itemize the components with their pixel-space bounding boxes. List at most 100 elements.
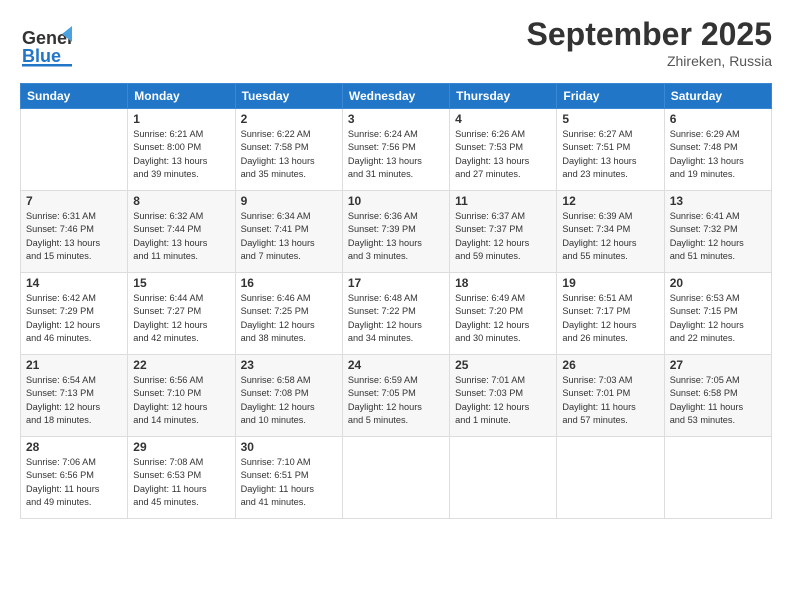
- day-info: Sunrise: 6:22 AMSunset: 7:58 PMDaylight:…: [241, 128, 337, 181]
- calendar-header-row: SundayMondayTuesdayWednesdayThursdayFrid…: [21, 84, 772, 109]
- calendar-cell: 18 Sunrise: 6:49 AMSunset: 7:20 PMDayligh…: [450, 273, 557, 355]
- day-info: Sunrise: 6:48 AMSunset: 7:22 PMDaylight:…: [348, 292, 444, 345]
- day-number: 3: [348, 112, 444, 126]
- day-number: 8: [133, 194, 229, 208]
- day-info: Sunrise: 6:42 AMSunset: 7:29 PMDaylight:…: [26, 292, 122, 345]
- calendar-week-row: 21 Sunrise: 6:54 AMSunset: 7:13 PMDayligh…: [21, 355, 772, 437]
- day-info: Sunrise: 6:49 AMSunset: 7:20 PMDaylight:…: [455, 292, 551, 345]
- location-subtitle: Zhireken, Russia: [527, 53, 772, 69]
- day-info: Sunrise: 6:54 AMSunset: 7:13 PMDaylight:…: [26, 374, 122, 427]
- calendar-cell: 25Sunrise: 7:01 AMSunset: 7:03 PMDayligh…: [450, 355, 557, 437]
- calendar-cell: 30 Sunrise: 7:10 AMSunset: 6:51 PMDayligh…: [235, 437, 342, 519]
- calendar-cell: 23Sunrise: 6:58 AMSunset: 7:08 PMDayligh…: [235, 355, 342, 437]
- day-number: 14: [26, 276, 122, 290]
- calendar-cell: 29 Sunrise: 7:08 AMSunset: 6:53 PMDayligh…: [128, 437, 235, 519]
- day-number: 10: [348, 194, 444, 208]
- logo: General Blue: [20, 16, 72, 73]
- calendar-cell: 19 Sunrise: 6:51 AMSunset: 7:17 PMDayligh…: [557, 273, 664, 355]
- calendar-cell: 10 Sunrise: 6:36 AMSunset: 7:39 PMDayligh…: [342, 191, 449, 273]
- calendar-cell: 16Sunrise: 6:46 AMSunset: 7:25 PMDayligh…: [235, 273, 342, 355]
- day-info: Sunrise: 6:56 AMSunset: 7:10 PMDaylight:…: [133, 374, 229, 427]
- day-number: 19: [562, 276, 658, 290]
- day-info: Sunrise: 6:24 AMSunset: 7:56 PMDaylight:…: [348, 128, 444, 181]
- day-info: Sunrise: 7:03 AMSunset: 7:01 PMDaylight:…: [562, 374, 658, 427]
- month-title: September 2025: [527, 16, 772, 53]
- day-number: 29: [133, 440, 229, 454]
- day-number: 15: [133, 276, 229, 290]
- day-number: 27: [670, 358, 766, 372]
- calendar-cell: 28 Sunrise: 7:06 AMSunset: 6:56 PMDayligh…: [21, 437, 128, 519]
- weekday-header: Wednesday: [342, 84, 449, 109]
- day-info: Sunrise: 6:53 AMSunset: 7:15 PMDaylight:…: [670, 292, 766, 345]
- day-number: 24: [348, 358, 444, 372]
- weekday-header: Tuesday: [235, 84, 342, 109]
- calendar-cell: 2 Sunrise: 6:22 AMSunset: 7:58 PMDaylight…: [235, 109, 342, 191]
- day-info: Sunrise: 6:27 AMSunset: 7:51 PMDaylight:…: [562, 128, 658, 181]
- calendar-cell: 20Sunrise: 6:53 AMSunset: 7:15 PMDayligh…: [664, 273, 771, 355]
- calendar-cell: 24Sunrise: 6:59 AMSunset: 7:05 PMDayligh…: [342, 355, 449, 437]
- calendar-cell: [450, 437, 557, 519]
- calendar-week-row: 7 Sunrise: 6:31 AMSunset: 7:46 PMDaylight…: [21, 191, 772, 273]
- day-info: Sunrise: 6:26 AMSunset: 7:53 PMDaylight:…: [455, 128, 551, 181]
- calendar-cell: 11 Sunrise: 6:37 AMSunset: 7:37 PMDayligh…: [450, 191, 557, 273]
- day-number: 21: [26, 358, 122, 372]
- day-info: Sunrise: 7:01 AMSunset: 7:03 PMDaylight:…: [455, 374, 551, 427]
- calendar-week-row: 1 Sunrise: 6:21 AMSunset: 8:00 PMDaylight…: [21, 109, 772, 191]
- weekday-header: Monday: [128, 84, 235, 109]
- calendar-cell: 5 Sunrise: 6:27 AMSunset: 7:51 PMDaylight…: [557, 109, 664, 191]
- day-info: Sunrise: 6:21 AMSunset: 8:00 PMDaylight:…: [133, 128, 229, 181]
- svg-text:Blue: Blue: [22, 46, 61, 66]
- header: General Blue September 2025 Zhireken, Ru…: [20, 16, 772, 73]
- calendar-cell: [21, 109, 128, 191]
- calendar-cell: [342, 437, 449, 519]
- day-number: 17: [348, 276, 444, 290]
- calendar-table: SundayMondayTuesdayWednesdayThursdayFrid…: [20, 83, 772, 519]
- day-number: 1: [133, 112, 229, 126]
- day-info: Sunrise: 7:06 AMSunset: 6:56 PMDaylight:…: [26, 456, 122, 509]
- day-info: Sunrise: 7:10 AMSunset: 6:51 PMDaylight:…: [241, 456, 337, 509]
- day-number: 26: [562, 358, 658, 372]
- day-number: 7: [26, 194, 122, 208]
- weekday-header: Sunday: [21, 84, 128, 109]
- page: General Blue September 2025 Zhireken, Ru…: [0, 0, 792, 612]
- calendar-cell: 26 Sunrise: 7:03 AMSunset: 7:01 PMDayligh…: [557, 355, 664, 437]
- day-number: 23: [241, 358, 337, 372]
- day-number: 11: [455, 194, 551, 208]
- day-number: 18: [455, 276, 551, 290]
- day-info: Sunrise: 6:32 AMSunset: 7:44 PMDaylight:…: [133, 210, 229, 263]
- calendar-week-row: 14 Sunrise: 6:42 AMSunset: 7:29 PMDayligh…: [21, 273, 772, 355]
- calendar-cell: 3 Sunrise: 6:24 AMSunset: 7:56 PMDaylight…: [342, 109, 449, 191]
- day-number: 5: [562, 112, 658, 126]
- day-number: 28: [26, 440, 122, 454]
- day-info: Sunrise: 7:08 AMSunset: 6:53 PMDaylight:…: [133, 456, 229, 509]
- day-number: 22: [133, 358, 229, 372]
- calendar-cell: [664, 437, 771, 519]
- day-info: Sunrise: 6:36 AMSunset: 7:39 PMDaylight:…: [348, 210, 444, 263]
- calendar-cell: 15 Sunrise: 6:44 AMSunset: 7:27 PMDayligh…: [128, 273, 235, 355]
- calendar-cell: 6Sunrise: 6:29 AMSunset: 7:48 PMDaylight…: [664, 109, 771, 191]
- day-number: 30: [241, 440, 337, 454]
- calendar-cell: 12 Sunrise: 6:39 AMSunset: 7:34 PMDayligh…: [557, 191, 664, 273]
- day-number: 2: [241, 112, 337, 126]
- day-info: Sunrise: 7:05 AMSunset: 6:58 PMDaylight:…: [670, 374, 766, 427]
- calendar-cell: 4 Sunrise: 6:26 AMSunset: 7:53 PMDaylight…: [450, 109, 557, 191]
- day-number: 13: [670, 194, 766, 208]
- day-info: Sunrise: 6:31 AMSunset: 7:46 PMDaylight:…: [26, 210, 122, 263]
- day-number: 16: [241, 276, 337, 290]
- day-info: Sunrise: 6:39 AMSunset: 7:34 PMDaylight:…: [562, 210, 658, 263]
- day-info: Sunrise: 6:51 AMSunset: 7:17 PMDaylight:…: [562, 292, 658, 345]
- weekday-header: Saturday: [664, 84, 771, 109]
- day-info: Sunrise: 6:41 AMSunset: 7:32 PMDaylight:…: [670, 210, 766, 263]
- calendar-cell: 9Sunrise: 6:34 AMSunset: 7:41 PMDaylight…: [235, 191, 342, 273]
- calendar-cell: 22 Sunrise: 6:56 AMSunset: 7:10 PMDayligh…: [128, 355, 235, 437]
- calendar-cell: 8 Sunrise: 6:32 AMSunset: 7:44 PMDaylight…: [128, 191, 235, 273]
- day-info: Sunrise: 6:44 AMSunset: 7:27 PMDaylight:…: [133, 292, 229, 345]
- day-number: 12: [562, 194, 658, 208]
- title-area: September 2025 Zhireken, Russia: [527, 16, 772, 69]
- weekday-header: Thursday: [450, 84, 557, 109]
- day-info: Sunrise: 6:37 AMSunset: 7:37 PMDaylight:…: [455, 210, 551, 263]
- svg-text:General: General: [22, 28, 72, 48]
- day-number: 4: [455, 112, 551, 126]
- calendar-cell: 17 Sunrise: 6:48 AMSunset: 7:22 PMDayligh…: [342, 273, 449, 355]
- calendar-week-row: 28 Sunrise: 7:06 AMSunset: 6:56 PMDayligh…: [21, 437, 772, 519]
